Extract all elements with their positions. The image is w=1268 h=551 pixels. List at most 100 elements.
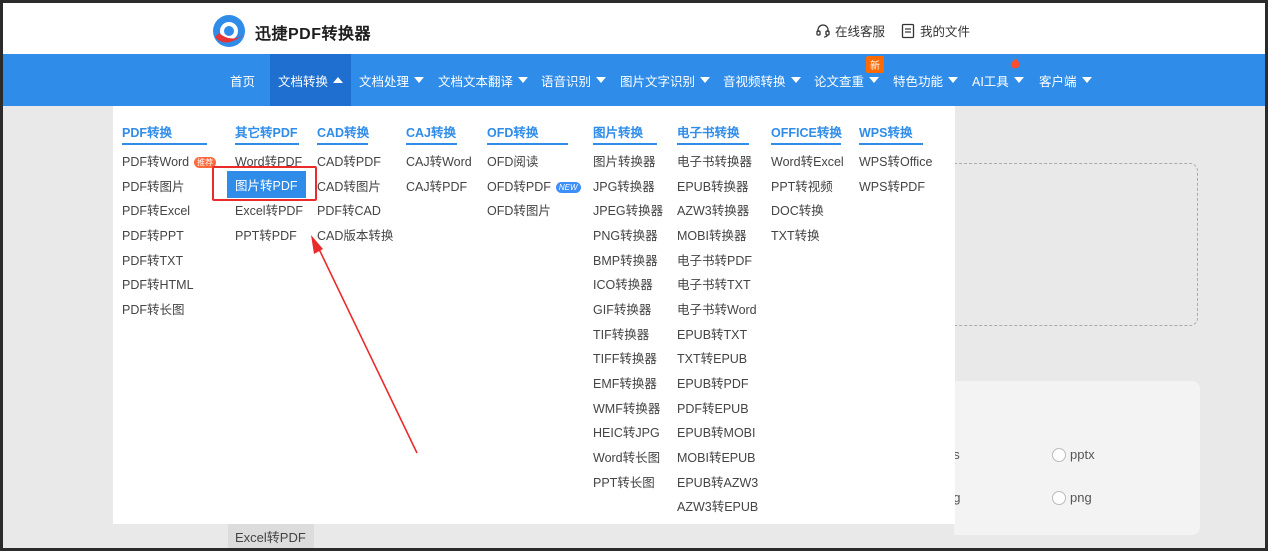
- menu-item[interactable]: TIFF转换器: [593, 348, 657, 367]
- menu-item[interactable]: PDF转图片: [122, 176, 185, 195]
- menu-item[interactable]: PDF转PPT: [122, 225, 184, 244]
- menu-item[interactable]: CAD转PDF: [317, 151, 381, 170]
- menu-item[interactable]: OFD转PDF NEW: [487, 176, 581, 195]
- menu-item-label: PDF转Word: [122, 155, 190, 169]
- menu-item[interactable]: PPT转视频: [771, 176, 833, 195]
- doc-convert-dropdown: PDF转换 PDF转Word 推荐 PDF转图片 PDF转Excel PDF转PP…: [113, 106, 955, 524]
- column-underline: [771, 143, 841, 145]
- caret-down-icon: [790, 77, 801, 83]
- nav-label: 文档处理: [359, 74, 410, 89]
- menu-item[interactable]: TXT转换: [771, 225, 820, 244]
- menu-item[interactable]: PDF转TXT: [122, 250, 183, 269]
- online-service-link[interactable]: 在线客服: [815, 21, 885, 40]
- menu-item[interactable]: GIF转换器: [593, 299, 651, 318]
- menu-item[interactable]: PDF转EPUB: [677, 398, 749, 417]
- nav-doc-process[interactable]: 文档处理: [359, 54, 425, 106]
- menu-item[interactable]: EPUB转PDF: [677, 373, 749, 392]
- menu-item[interactable]: AZW3转EPUB: [677, 496, 758, 515]
- column-title: PDF转换: [122, 126, 173, 140]
- menu-item[interactable]: PDF转长图: [122, 299, 185, 318]
- caret-down-icon: [869, 77, 880, 83]
- menu-item[interactable]: 电子书转Word: [677, 299, 757, 318]
- menu-item[interactable]: Word转Excel: [771, 151, 844, 170]
- menu-item[interactable]: Word转PDF: [235, 151, 302, 170]
- menu-item[interactable]: JPEG转换器: [593, 200, 663, 219]
- upload-area[interactable]: [954, 163, 1198, 326]
- top-header: 迅捷PDF转换器 在线客服 我的文件: [3, 3, 1265, 54]
- menu-item[interactable]: CAD版本转换: [317, 225, 393, 244]
- menu-item[interactable]: Word转长图: [593, 447, 660, 466]
- menu-item[interactable]: HEIC转JPG: [593, 422, 660, 441]
- menu-item[interactable]: Excel转PDF: [235, 200, 303, 219]
- nav-label: 语音识别: [541, 74, 592, 89]
- nav-client[interactable]: 客户端: [1039, 54, 1092, 106]
- my-files-label: 我的文件: [920, 25, 971, 39]
- menu-item[interactable]: DOC转换: [771, 200, 824, 219]
- my-files-link[interactable]: 我的文件: [900, 21, 970, 40]
- nav-speech[interactable]: 语音识别: [541, 54, 607, 106]
- flame-icon: [1010, 57, 1020, 69]
- menu-item[interactable]: EPUB转MOBI: [677, 422, 756, 441]
- menu-item[interactable]: EPUB转AZW3: [677, 472, 758, 491]
- headset-icon: [816, 23, 830, 38]
- nav-label: 特色功能: [893, 74, 944, 89]
- sidebar-tab-excel-to-pdf[interactable]: Excel转PDF: [235, 527, 306, 546]
- column-title: 电子书转换: [677, 126, 740, 140]
- nav-features[interactable]: 特色功能: [893, 54, 959, 106]
- menu-item[interactable]: WMF转换器: [593, 398, 660, 417]
- format-option-pptx[interactable]: pptx: [1052, 447, 1095, 462]
- menu-item[interactable]: ICO转换器: [593, 274, 653, 293]
- menu-item[interactable]: JPG转换器: [593, 176, 655, 195]
- menu-item[interactable]: CAD转图片: [317, 176, 381, 195]
- menu-item[interactable]: PDF转HTML: [122, 274, 194, 293]
- menu-item[interactable]: PDF转Excel: [122, 200, 190, 219]
- nav-doc-convert[interactable]: 文档转换: [270, 54, 352, 106]
- menu-item[interactable]: EPUB转换器: [677, 176, 749, 195]
- menu-item[interactable]: 图片转换器: [593, 151, 656, 170]
- column-title: OFD转换: [487, 126, 539, 140]
- nav-doc-translate[interactable]: 文档文本翻译: [438, 54, 529, 106]
- menu-item[interactable]: OFD阅读: [487, 151, 538, 170]
- new-badge: 新: [866, 56, 884, 73]
- menu-item[interactable]: PPT转长图: [593, 472, 655, 491]
- menu-item[interactable]: AZW3转换器: [677, 200, 749, 219]
- menu-item[interactable]: OFD转图片: [487, 200, 551, 219]
- nav-label: 论文查重: [814, 74, 865, 89]
- menu-item[interactable]: 电子书转TXT: [677, 274, 751, 293]
- column-underline: [593, 143, 657, 145]
- caret-up-icon: [333, 77, 344, 83]
- menu-item[interactable]: 电子书转换器: [677, 151, 752, 170]
- menu-item[interactable]: EPUB转TXT: [677, 324, 747, 343]
- menu-item[interactable]: BMP转换器: [593, 250, 658, 269]
- nav-label: 文档转换: [278, 74, 329, 89]
- nav-home[interactable]: 首页: [230, 54, 255, 106]
- brand-logo-icon[interactable]: [211, 13, 247, 49]
- column-title: WPS转换: [859, 126, 913, 140]
- menu-item[interactable]: MOBI转EPUB: [677, 447, 756, 466]
- radio-icon: [1052, 447, 1066, 462]
- menu-item[interactable]: WPS转PDF: [859, 176, 925, 195]
- menu-item[interactable]: CAJ转PDF: [406, 176, 467, 195]
- menu-item[interactable]: WPS转Office: [859, 151, 932, 170]
- nav-av-convert[interactable]: 音视频转换: [723, 54, 801, 106]
- nav-image-ocr[interactable]: 图片文字识别: [620, 54, 711, 106]
- caret-down-icon: [700, 77, 711, 83]
- menu-item[interactable]: PPT转PDF: [235, 225, 297, 244]
- menu-item-selected[interactable]: 图片转PDF: [227, 171, 306, 198]
- column-title: 图片转换: [593, 126, 644, 140]
- menu-item[interactable]: MOBI转换器: [677, 225, 746, 244]
- menu-item[interactable]: 电子书转PDF: [677, 250, 752, 269]
- menu-item[interactable]: EMF转换器: [593, 373, 657, 392]
- menu-item[interactable]: TXT转EPUB: [677, 348, 747, 367]
- menu-item[interactable]: PNG转换器: [593, 225, 658, 244]
- format-option-png[interactable]: png: [1052, 490, 1092, 505]
- menu-item[interactable]: TIF转换器: [593, 324, 649, 343]
- menu-item[interactable]: PDF转Word 推荐: [122, 151, 217, 170]
- column-underline: [677, 143, 749, 145]
- caret-down-icon: [414, 77, 425, 83]
- caret-down-icon: [518, 77, 529, 83]
- nav-label: 文档文本翻译: [438, 74, 514, 89]
- menu-item[interactable]: CAJ转Word: [406, 151, 472, 170]
- menu-item[interactable]: PDF转CAD: [317, 200, 381, 219]
- recommend-tag: 推荐: [194, 157, 217, 169]
